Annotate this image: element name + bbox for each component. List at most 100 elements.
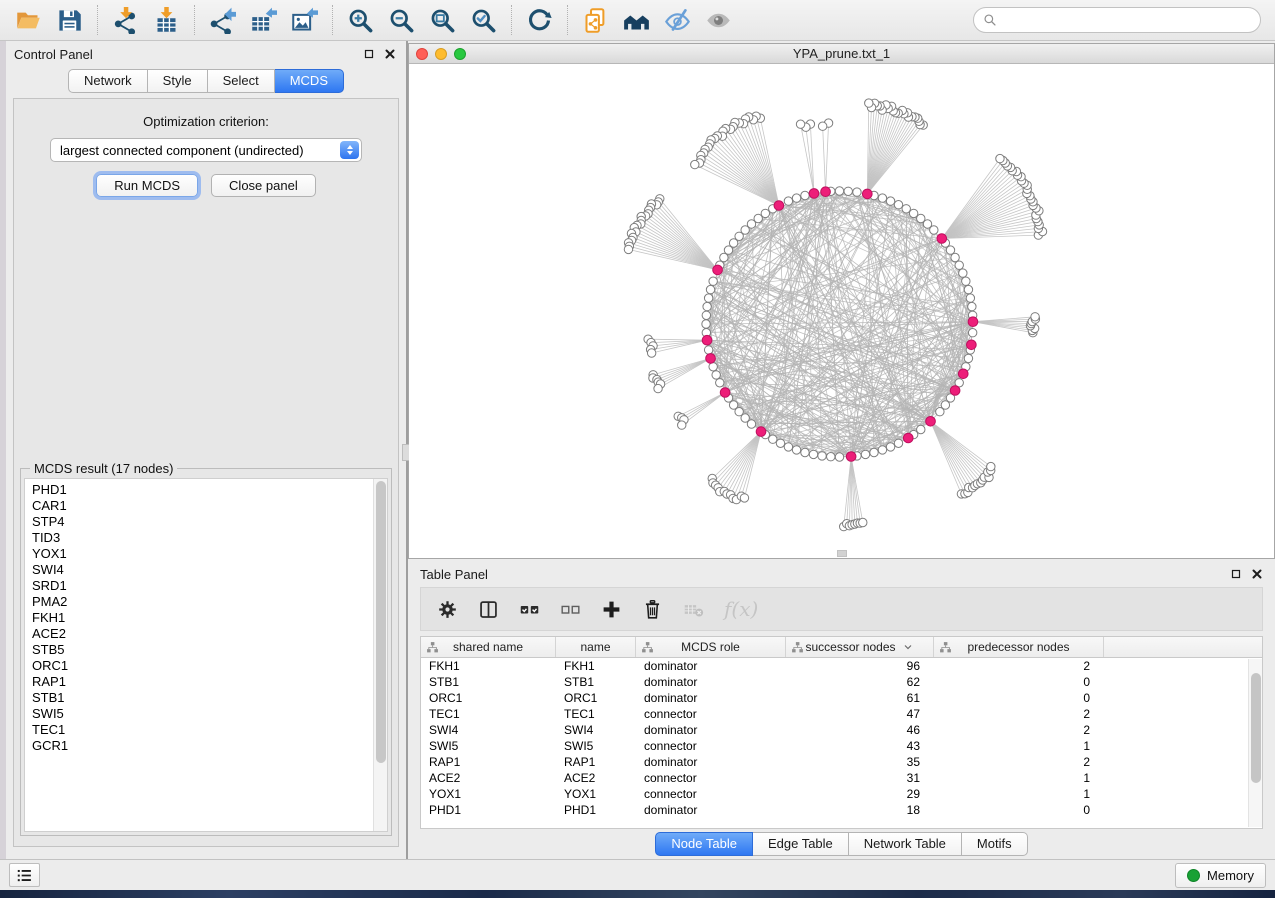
list-scrollbar-thumb[interactable]	[376, 481, 386, 763]
mcds-result-item[interactable]: YOX1	[32, 546, 373, 562]
table-row[interactable]: ACE2ACE2connector311	[421, 770, 1262, 786]
table-row[interactable]: ORC1ORC1dominator610	[421, 690, 1262, 706]
apply-layout-button[interactable]	[519, 3, 560, 37]
create-column-button[interactable]	[601, 599, 622, 620]
neighbors-icon	[623, 7, 650, 34]
zoom-out-button[interactable]	[381, 3, 422, 37]
close-window-icon[interactable]	[416, 48, 428, 60]
criterion-select[interactable]: largest connected component (undirected)	[50, 138, 362, 162]
table-row[interactable]: PHD1PHD1dominator180	[421, 802, 1262, 818]
zoom-in-button[interactable]	[340, 3, 381, 37]
tab-edge-table[interactable]: Edge Table	[753, 832, 849, 856]
tab-network-table[interactable]: Network Table	[849, 832, 962, 856]
column-header-successor-nodes[interactable]: successor nodes	[786, 637, 934, 657]
delete-rows-button[interactable]	[642, 599, 663, 620]
tab-motifs[interactable]: Motifs	[962, 832, 1028, 856]
mcds-result-item[interactable]: RAP1	[32, 674, 373, 690]
table-row[interactable]: RAP1RAP1dominator352	[421, 754, 1262, 770]
maximize-window-icon[interactable]	[454, 48, 466, 60]
show-columns-button[interactable]	[478, 599, 499, 620]
show-icon	[705, 7, 732, 34]
tab-mcds[interactable]: MCDS	[275, 69, 344, 93]
column-label: name	[580, 640, 610, 654]
table-row[interactable]: SWI5SWI5connector431	[421, 738, 1262, 754]
fit-content-button[interactable]	[422, 3, 463, 37]
network-canvas[interactable]	[409, 64, 1274, 558]
search-box[interactable]	[973, 7, 1261, 33]
toolbar-separator	[194, 5, 195, 35]
mcds-result-item[interactable]: ACE2	[32, 626, 373, 642]
tab-node-table[interactable]: Node Table	[655, 832, 753, 856]
open-session-button[interactable]	[8, 3, 49, 37]
mcds-result-item[interactable]: SWI4	[32, 562, 373, 578]
export-network-button[interactable]	[202, 3, 243, 37]
close-panel-icon[interactable]	[384, 48, 396, 60]
tab-network[interactable]: Network	[68, 69, 148, 93]
column-header-name[interactable]: name	[556, 637, 636, 657]
minimize-window-icon[interactable]	[435, 48, 447, 60]
export-table-button[interactable]	[243, 3, 284, 37]
save-session-button[interactable]	[49, 3, 90, 37]
mcds-result-item[interactable]: ORC1	[32, 658, 373, 674]
table-row[interactable]: SWI4SWI4dominator462	[421, 722, 1262, 738]
mcds-result-item[interactable]: TEC1	[32, 722, 373, 738]
list-scrollbar[interactable]	[373, 479, 387, 831]
cell-mcds-role: dominator	[636, 803, 786, 817]
show-panels-button[interactable]	[9, 863, 40, 887]
table-row[interactable]: YOX1YOX1connector291	[421, 786, 1262, 802]
table-row[interactable]: FKH1FKH1dominator962	[421, 658, 1262, 674]
column-header-shared-name[interactable]: shared name	[421, 637, 556, 657]
table-scrollbar-thumb[interactable]	[1251, 673, 1261, 783]
export-image-button[interactable]	[284, 3, 325, 37]
network-window: YPA_prune.txt_1	[408, 43, 1275, 559]
float-panel-icon[interactable]	[1230, 568, 1242, 580]
search-input[interactable]	[1002, 12, 1251, 29]
import-network-button[interactable]	[105, 3, 146, 37]
cell-name: FKH1	[556, 659, 636, 673]
import-table-button[interactable]	[146, 3, 187, 37]
memory-button[interactable]: Memory	[1175, 863, 1266, 888]
tab-style[interactable]: Style	[148, 69, 208, 93]
tab-select[interactable]: Select	[208, 69, 275, 93]
hide-selected-button[interactable]	[657, 3, 698, 37]
table-row[interactable]: STB1STB1dominator620	[421, 674, 1262, 690]
show-all-button[interactable]	[698, 3, 739, 37]
new-network-from-selection-button[interactable]	[575, 3, 616, 37]
mcds-result-item[interactable]: STP4	[32, 514, 373, 530]
run-mcds-button[interactable]: Run MCDS	[96, 174, 198, 197]
close-panel-button[interactable]: Close panel	[211, 174, 316, 197]
cell-successor-nodes: 46	[786, 723, 934, 737]
column-header-mcds-role[interactable]: MCDS role	[636, 637, 786, 657]
table-scrollbar[interactable]	[1248, 659, 1262, 827]
cell-successor-nodes: 47	[786, 707, 934, 721]
cell-shared-name: STB1	[421, 675, 556, 689]
network-window-titlebar[interactable]: YPA_prune.txt_1	[409, 44, 1274, 64]
mcds-result-item[interactable]: GCR1	[32, 738, 373, 754]
close-panel-icon[interactable]	[1251, 568, 1263, 580]
horizontal-splitter-grip[interactable]	[837, 550, 847, 557]
table-tabs: Node TableEdge TableNetwork TableMotifs	[655, 832, 1027, 856]
network-graph[interactable]	[409, 64, 1274, 558]
mcds-result-item[interactable]: CAR1	[32, 498, 373, 514]
select-all-rows-button[interactable]	[519, 599, 540, 620]
first-neighbors-button[interactable]	[616, 3, 657, 37]
deselect-all-rows-button[interactable]	[560, 599, 581, 620]
float-panel-icon[interactable]	[363, 48, 375, 60]
mcds-result-item[interactable]: SWI5	[32, 706, 373, 722]
toolbar-button-group	[8, 3, 739, 37]
mcds-result-item[interactable]: STB1	[32, 690, 373, 706]
check-none-icon	[560, 599, 581, 620]
network-window-title: YPA_prune.txt_1	[409, 46, 1274, 61]
column-header-predecessor-nodes[interactable]: predecessor nodes	[934, 637, 1104, 657]
mcds-result-item[interactable]: PMA2	[32, 594, 373, 610]
mcds-result-item[interactable]: TID3	[32, 530, 373, 546]
mcds-result-item[interactable]: PHD1	[32, 482, 373, 498]
plus-icon	[601, 599, 622, 620]
mcds-result-item[interactable]: STB5	[32, 642, 373, 658]
cell-predecessor-nodes: 2	[934, 659, 1104, 673]
zoom-selected-button[interactable]	[463, 3, 504, 37]
table-row[interactable]: TEC1TEC1connector472	[421, 706, 1262, 722]
table-settings-button[interactable]	[437, 599, 458, 620]
mcds-result-item[interactable]: FKH1	[32, 610, 373, 626]
mcds-result-item[interactable]: SRD1	[32, 578, 373, 594]
